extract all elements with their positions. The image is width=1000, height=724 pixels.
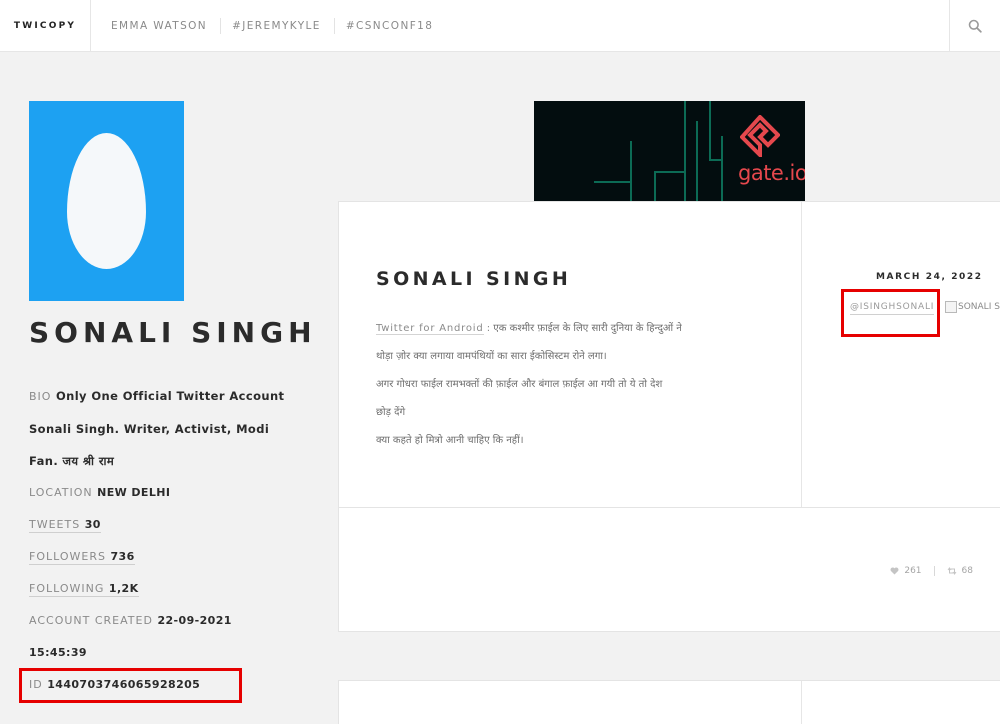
id-highlight-box xyxy=(19,668,242,703)
tweet-source-link[interactable]: Twitter for Android xyxy=(376,323,484,335)
location-label: LOCATION xyxy=(29,486,93,499)
card-divider xyxy=(801,202,802,508)
profile-name: SONALI SINGH xyxy=(29,316,317,349)
tweet-card: SONALI SINGH Twitter for Android : एक कश… xyxy=(338,201,1000,508)
tweet-source-separator: : xyxy=(486,323,491,334)
location-row: LOCATION NEW DELHI xyxy=(29,477,319,509)
retweet-icon xyxy=(947,567,956,575)
tweets-row[interactable]: TWEETS 30 xyxy=(29,509,319,541)
bio-line-1: Only One Official Twitter Account xyxy=(55,389,285,403)
nav-link-csnconf18[interactable]: #CSNCONF18 xyxy=(346,18,447,34)
gateio-banner-ad[interactable]: gate.io xyxy=(534,101,805,202)
bio-line-2: Sonali Singh. Writer, Activist, Modi xyxy=(29,422,270,436)
tweet-author: SONALI SINGH xyxy=(376,268,572,290)
default-egg-icon xyxy=(67,133,146,269)
account-created-date: 22-09-2021 xyxy=(157,614,232,627)
top-bar: TWICOPY EMMA WATSON #JEREMYKYLE #CSNCONF… xyxy=(0,0,1000,52)
nav-link-emma-watson[interactable]: EMMA WATSON xyxy=(111,18,222,34)
profile-info: BIO Only One Official Twitter Account So… xyxy=(29,380,319,701)
followers-row[interactable]: FOLLOWERS 736 xyxy=(29,541,319,573)
tweet-text-line-3: अगर गोधरा फाईल रामभक्तों की फ़ाईल और बंग… xyxy=(376,379,663,390)
tweet-text-line-5: क्या कहते हो मित्रो आनी चाहिए कि नहीं। xyxy=(376,435,524,446)
bio-line-3: Fan. जय श्री राम xyxy=(29,454,115,468)
followers-count: 736 xyxy=(110,550,135,563)
bio-row: BIO Only One Official Twitter Account xyxy=(29,380,319,413)
following-link[interactable]: FOLLOWING 1,2K xyxy=(29,582,139,597)
handle-highlight-box xyxy=(841,289,940,337)
account-created-time: 15:45:39 xyxy=(29,646,87,659)
tweets-count: 30 xyxy=(84,518,101,531)
retweets-count: 68 xyxy=(961,566,973,576)
heart-icon xyxy=(890,567,899,575)
search-icon xyxy=(968,19,982,33)
following-row[interactable]: FOLLOWING 1,2K xyxy=(29,573,319,605)
followers-label: FOLLOWERS xyxy=(29,550,106,563)
next-tweet-card xyxy=(338,680,1000,724)
following-label: FOLLOWING xyxy=(29,582,105,595)
tweet-stats: 261 68 xyxy=(890,566,973,576)
profile-avatar xyxy=(29,101,184,301)
tweet-text-line-4: छोड़ देंगे xyxy=(376,407,406,418)
followers-link[interactable]: FOLLOWERS 736 xyxy=(29,550,135,565)
account-created-label: ACCOUNT CREATED xyxy=(29,614,153,627)
tweet-author-image: SONALI SINGH xyxy=(945,301,1000,313)
tweet-author-image-alt: SONALI SINGH xyxy=(958,302,1000,312)
likes-count: 261 xyxy=(904,566,922,576)
account-created-row: ACCOUNT CREATED 22-09-2021 xyxy=(29,605,319,637)
nav-link-jeremykyle[interactable]: #JEREMYKYLE xyxy=(232,18,335,34)
location-value: NEW DELHI xyxy=(97,486,171,499)
account-created-time-row: 15:45:39 xyxy=(29,637,319,669)
tweet-text-line-2: थोड़ा ज़ोर क्या लगाया वामपंथियों का सारा… xyxy=(376,351,607,362)
bio-label: BIO xyxy=(29,390,52,403)
tweet-date: MARCH 24, 2022 xyxy=(876,272,983,282)
tweet-text-line-1: एक कश्मीर फ़ाईल के लिए सारी दुनिया के हि… xyxy=(493,323,682,334)
tweets-link[interactable]: TWEETS 30 xyxy=(29,518,101,533)
gateio-logo-icon xyxy=(740,115,780,157)
likes-stat[interactable]: 261 xyxy=(890,566,922,576)
retweets-stat[interactable]: 68 xyxy=(947,566,973,576)
site-logo[interactable]: TWICOPY xyxy=(0,0,91,52)
tweet-footer: 261 68 xyxy=(338,507,1000,632)
broken-image-icon xyxy=(945,301,957,313)
search-button[interactable] xyxy=(949,0,1000,52)
following-count: 1,2K xyxy=(108,582,139,595)
stats-divider xyxy=(933,566,935,576)
tweet-text: Twitter for Android : एक कश्मीर फ़ाईल के… xyxy=(376,315,756,455)
card-divider xyxy=(801,681,802,724)
gateio-brand-text: gate.io xyxy=(738,161,805,185)
tweet-line-1: Twitter for Android : एक कश्मीर फ़ाईल के… xyxy=(376,315,756,343)
tweets-label: TWEETS xyxy=(29,518,81,531)
trending-nav: EMMA WATSON #JEREMYKYLE #CSNCONF18 xyxy=(111,0,457,52)
